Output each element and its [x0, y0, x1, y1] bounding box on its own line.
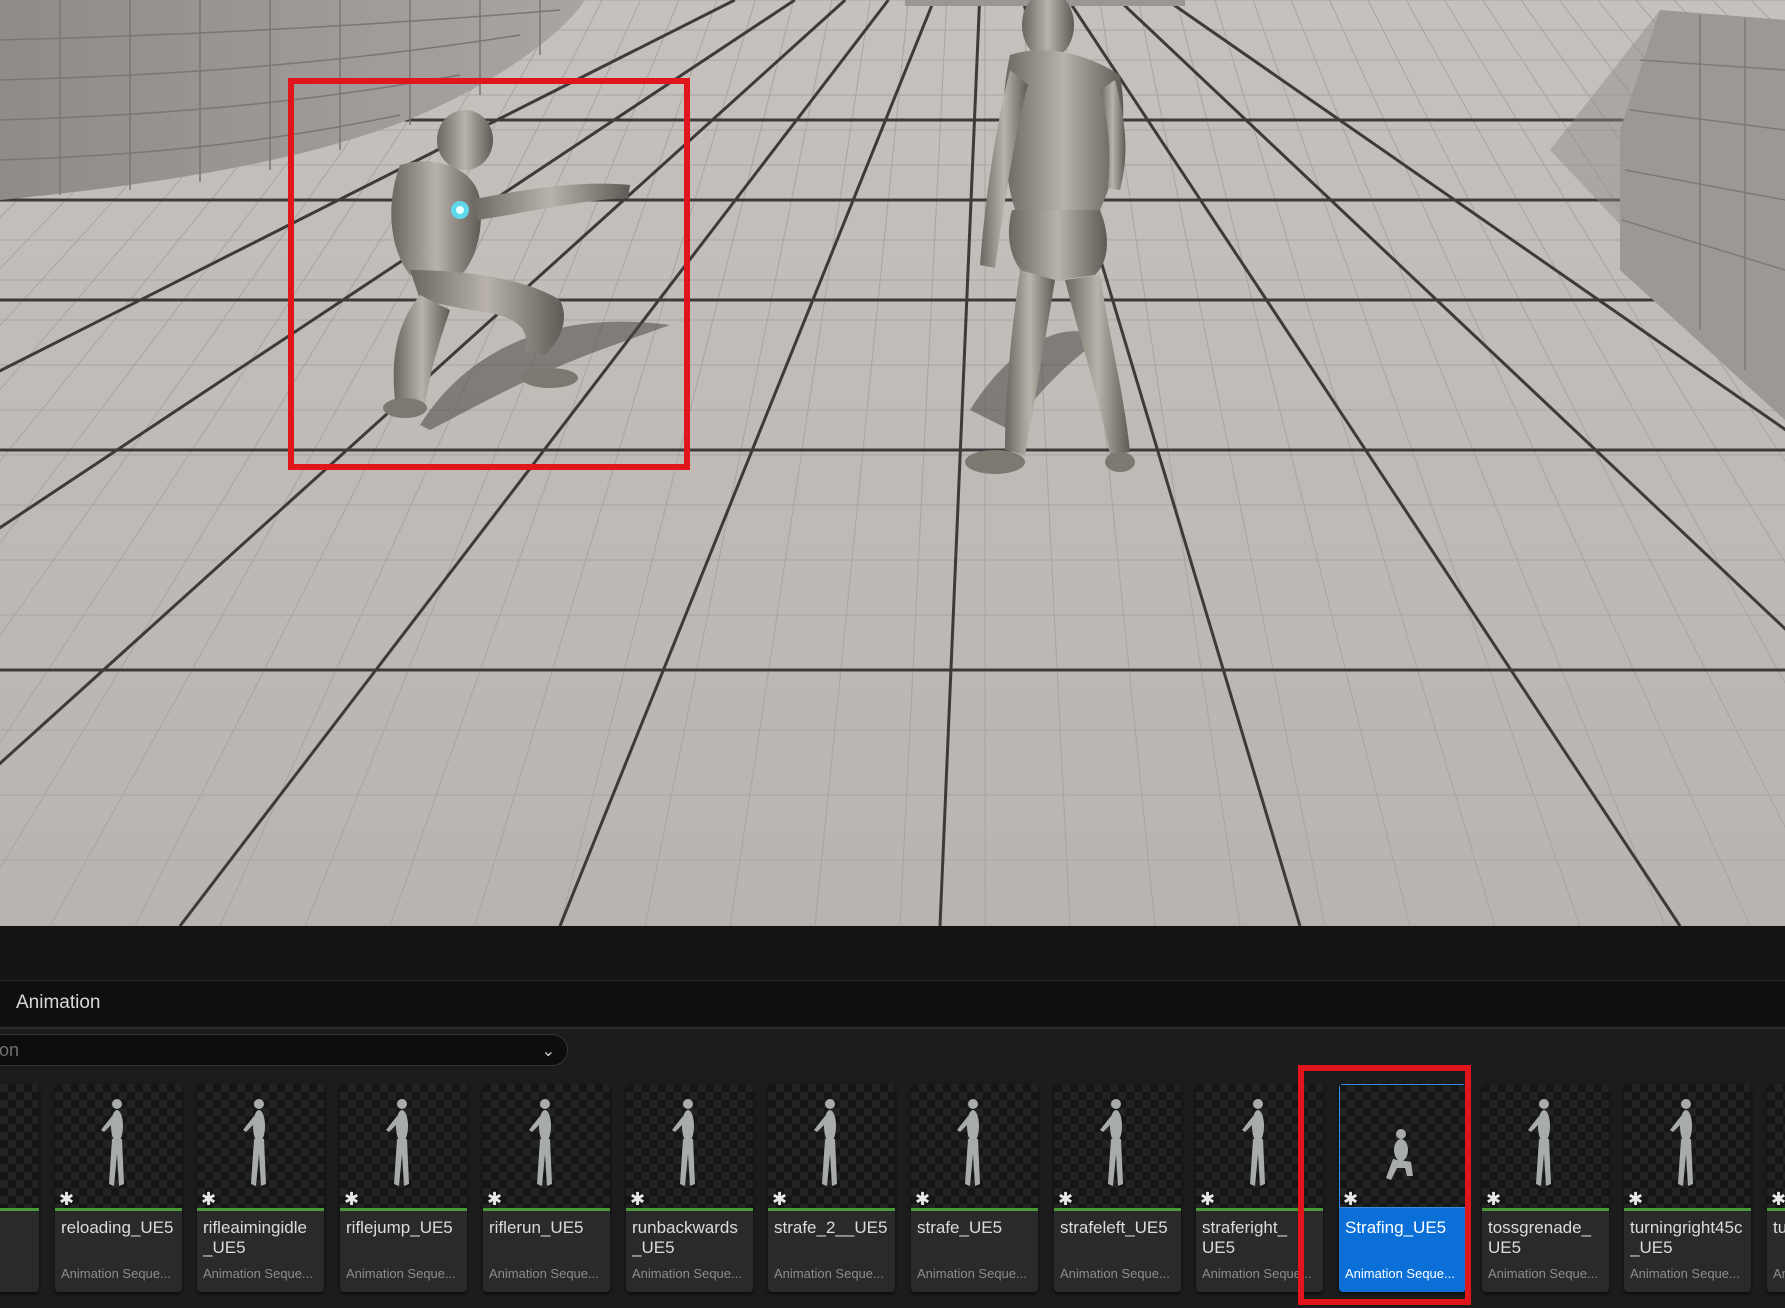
asset-name: strafe_UE5	[917, 1218, 1003, 1237]
asset-type-label: Animation Seque...	[1202, 1266, 1312, 1281]
star-icon: ✱	[1628, 1189, 1644, 1209]
asset-name	[0, 1218, 36, 1260]
asset-name: straferight_ UE5	[1202, 1218, 1288, 1257]
level-viewport[interactable]	[0, 0, 1785, 926]
asset-name: runbackwards _UE5	[632, 1218, 738, 1257]
asset-tile[interactable]: ✱ turningright45c _UE5 Animation Seque...	[1624, 1084, 1751, 1292]
asset-tile[interactable]: ✱ strafeleft_UE5 Animation Seque...	[1054, 1084, 1181, 1292]
star-icon: ✱	[1058, 1189, 1074, 1209]
asset-name: riflejump_UE5	[346, 1218, 453, 1237]
asset-type-label: Anim	[1773, 1266, 1785, 1281]
asset-tile[interactable]: ✱ rifleaimingidle _UE5 Animation Seque...	[197, 1084, 324, 1292]
character-pose-icon	[0, 1084, 39, 1208]
asset-type-bar	[1767, 1208, 1785, 1211]
asset-name: turningright45c _UE5	[1630, 1218, 1743, 1257]
asset-type-bar	[1482, 1208, 1609, 1211]
asset-name: reloading_UE5	[61, 1218, 174, 1237]
asset-name: riflerun_UE5	[489, 1218, 584, 1237]
asset-type-label: Animation Seque...	[1488, 1266, 1598, 1281]
asset-tile[interactable]: ✱ turn Anim	[1767, 1084, 1785, 1292]
asset-type-bar	[1196, 1208, 1323, 1211]
asset-type-label: ue...	[0, 1266, 36, 1281]
asset-type-bar	[1339, 1208, 1466, 1211]
asset-name: strafe_2__UE5	[774, 1218, 888, 1237]
asset-type-label: Animation Seque...	[489, 1266, 599, 1281]
asset-type-bar	[197, 1208, 324, 1211]
filter-value: on	[0, 1040, 20, 1060]
asset-type-label: Animation Seque...	[632, 1266, 742, 1281]
star-icon: ✱	[487, 1189, 503, 1209]
star-icon: ✱	[1343, 1189, 1359, 1209]
asset-type-label: Animation Seque...	[774, 1266, 884, 1281]
asset-name: rifleaimingidle _UE5	[203, 1218, 307, 1257]
asset-type-bar	[0, 1208, 39, 1211]
path-header: Animation	[0, 981, 1785, 1029]
asset-tile[interactable]: ✱ reloading_UE5 Animation Seque...	[55, 1084, 182, 1292]
asset-tile[interactable]: ✱ riflerun_UE5 Animation Seque...	[483, 1084, 610, 1292]
asset-type-label: Animation Seque...	[203, 1266, 313, 1281]
asset-type-label: Animation Seque...	[1060, 1266, 1170, 1281]
asset-type-label: Animation Seque...	[61, 1266, 171, 1281]
asset-type-label: Animation Seque...	[1630, 1266, 1740, 1281]
chevron-down-icon[interactable]: ⌄	[542, 1041, 555, 1061]
star-icon: ✱	[772, 1189, 788, 1209]
asset-tile[interactable]: ✱ straferight_ UE5 Animation Seque...	[1196, 1084, 1323, 1292]
filter-dropdown[interactable]: on ⌄	[0, 1034, 568, 1066]
asset-type-bar	[55, 1208, 182, 1211]
asset-type-label: Animation Seque...	[917, 1266, 1027, 1281]
star-icon: ✱	[915, 1189, 931, 1209]
star-icon: ✱	[630, 1189, 646, 1209]
asset-type-bar	[1054, 1208, 1181, 1211]
asset-name: turn	[1773, 1218, 1785, 1237]
asset-type-bar	[768, 1208, 895, 1211]
star-icon: ✱	[201, 1189, 217, 1209]
asset-type-bar	[340, 1208, 467, 1211]
asset-tile[interactable]: ✱ tossgrenade_ UE5 Animation Seque...	[1482, 1084, 1609, 1292]
asset-type-bar	[911, 1208, 1038, 1211]
asset-tile[interactable]: ✱ strafe_2__UE5 Animation Seque...	[768, 1084, 895, 1292]
asset-type-bar	[483, 1208, 610, 1211]
asset-tile[interactable]: ✱ riflejump_UE5 Animation Seque...	[340, 1084, 467, 1292]
star-icon: ✱	[1200, 1189, 1216, 1209]
star-icon: ✱	[1771, 1189, 1785, 1209]
asset-type-bar	[1624, 1208, 1751, 1211]
asset-tile[interactable]: ✱ strafe_UE5 Animation Seque...	[911, 1084, 1038, 1292]
star-icon: ✱	[1486, 1189, 1502, 1209]
asset-type-label: Animation Seque...	[346, 1266, 456, 1281]
star-icon: ✱	[59, 1189, 75, 1209]
content-browser-panel: Animation on ⌄ ✱ue...✱reloading_UE5Anima…	[0, 926, 1785, 1308]
asset-tile[interactable]: ✱ runbackwards _UE5 Animation Seque...	[626, 1084, 753, 1292]
asset-name: strafeleft_UE5	[1060, 1218, 1168, 1237]
panel-toolbar-strip	[0, 926, 1785, 981]
asset-type-bar	[626, 1208, 753, 1211]
asset-tile[interactable]: ✱ue...	[0, 1084, 39, 1292]
asset-name: tossgrenade_ UE5	[1488, 1218, 1592, 1257]
asset-thumbnail	[0, 1084, 39, 1208]
asset-type-label: Animation Seque...	[1345, 1266, 1455, 1281]
folder-title: Animation	[16, 992, 101, 1013]
asset-tile-grid: ✱ue...✱reloading_UE5Animation Seque...✱r…	[0, 1080, 1785, 1308]
asset-tile[interactable]: ✱ Strafing_UE5 Animation Seque...	[1339, 1084, 1466, 1292]
viewport-scene	[0, 0, 1785, 926]
star-icon: ✱	[344, 1189, 360, 1209]
asset-name: Strafing_UE5	[1345, 1218, 1447, 1237]
